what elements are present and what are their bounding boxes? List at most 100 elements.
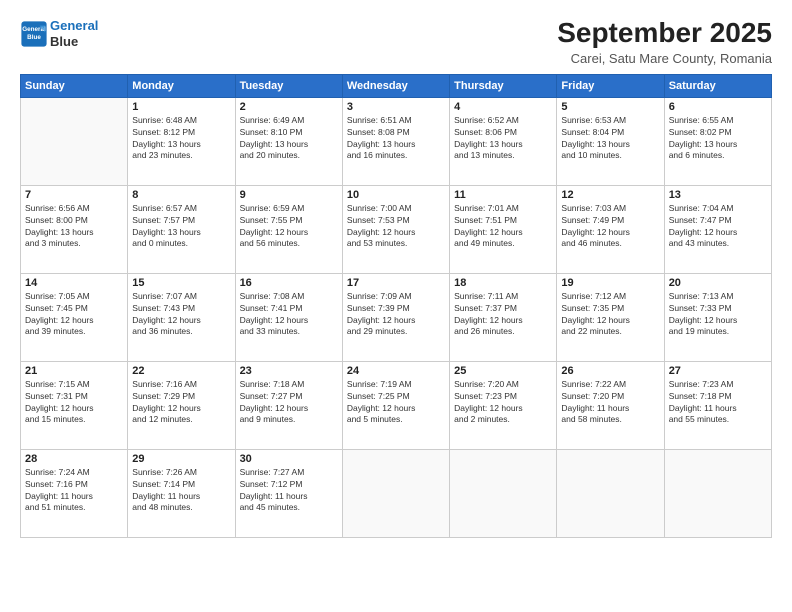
table-row: 19 Sunrise: 7:12 AM Sunset: 7:35 PM Dayli… xyxy=(557,273,664,361)
day-number: 11 xyxy=(454,189,552,201)
day-info: Sunrise: 7:20 AM Sunset: 7:23 PM Dayligh… xyxy=(454,379,552,427)
logo-icon: General Blue xyxy=(20,20,48,48)
day-number: 22 xyxy=(132,365,230,377)
day-info: Sunrise: 6:53 AM Sunset: 8:04 PM Dayligh… xyxy=(561,115,659,163)
day-info: Sunrise: 7:12 AM Sunset: 7:35 PM Dayligh… xyxy=(561,291,659,339)
day-number: 5 xyxy=(561,101,659,113)
table-row: 10Sunrise: 7:00 AM Sunset: 7:53 PM Dayli… xyxy=(342,185,449,273)
table-row: 1 Sunrise: 6:48 AM Sunset: 8:12 PM Daylig… xyxy=(128,97,235,185)
table-row: 2 Sunrise: 6:49 AM Sunset: 8:10 PM Daylig… xyxy=(235,97,342,185)
day-number: 26 xyxy=(561,365,659,377)
svg-text:Blue: Blue xyxy=(27,33,41,40)
day-number: 16 xyxy=(240,277,338,289)
day-info: Sunrise: 6:59 AM Sunset: 7:55 PM Dayligh… xyxy=(240,203,338,251)
day-number: 23 xyxy=(240,365,338,377)
day-number: 4 xyxy=(454,101,552,113)
day-number: 21 xyxy=(25,365,123,377)
day-info: Sunrise: 7:26 AM Sunset: 7:14 PM Dayligh… xyxy=(132,467,230,515)
header: General Blue GeneralBlue September 2025 … xyxy=(20,18,772,66)
day-info: Sunrise: 7:13 AM Sunset: 7:33 PM Dayligh… xyxy=(669,291,767,339)
day-number: 2 xyxy=(240,101,338,113)
day-number: 9 xyxy=(240,189,338,201)
header-saturday: Saturday xyxy=(664,74,771,97)
day-info: Sunrise: 6:56 AM Sunset: 8:00 PM Dayligh… xyxy=(25,203,123,251)
day-info: Sunrise: 6:55 AM Sunset: 8:02 PM Dayligh… xyxy=(669,115,767,163)
day-number: 8 xyxy=(132,189,230,201)
table-row: 18Sunrise: 7:11 AM Sunset: 7:37 PM Dayli… xyxy=(450,273,557,361)
table-row xyxy=(557,449,664,537)
table-row: 17 Sunrise: 7:09 AM Sunset: 7:39 PM Dayli… xyxy=(342,273,449,361)
day-info: Sunrise: 7:19 AM Sunset: 7:25 PM Dayligh… xyxy=(347,379,445,427)
day-number: 30 xyxy=(240,453,338,465)
day-info: Sunrise: 7:18 AM Sunset: 7:27 PM Dayligh… xyxy=(240,379,338,427)
header-wednesday: Wednesday xyxy=(342,74,449,97)
header-friday: Friday xyxy=(557,74,664,97)
table-row: 12 Sunrise: 7:03 AM Sunset: 7:49 PM Dayli… xyxy=(557,185,664,273)
day-info: Sunrise: 7:09 AM Sunset: 7:39 PM Dayligh… xyxy=(347,291,445,339)
day-info: Sunrise: 6:48 AM Sunset: 8:12 PM Dayligh… xyxy=(132,115,230,163)
table-row: 9 Sunrise: 6:59 AM Sunset: 7:55 PM Daylig… xyxy=(235,185,342,273)
day-info: Sunrise: 6:51 AM Sunset: 8:08 PM Dayligh… xyxy=(347,115,445,163)
weekday-header-row: Sunday Monday Tuesday Wednesday Thursday… xyxy=(21,74,772,97)
location-subtitle: Carei, Satu Mare County, Romania xyxy=(557,51,772,66)
day-info: Sunrise: 7:24 AM Sunset: 7:16 PM Dayligh… xyxy=(25,467,123,515)
day-number: 19 xyxy=(561,277,659,289)
table-row: 8 Sunrise: 6:57 AM Sunset: 7:57 PM Daylig… xyxy=(128,185,235,273)
day-number: 17 xyxy=(347,277,445,289)
day-info: Sunrise: 7:04 AM Sunset: 7:47 PM Dayligh… xyxy=(669,203,767,251)
day-info: Sunrise: 7:05 AM Sunset: 7:45 PM Dayligh… xyxy=(25,291,123,339)
day-info: Sunrise: 7:27 AM Sunset: 7:12 PM Dayligh… xyxy=(240,467,338,515)
table-row xyxy=(664,449,771,537)
table-row: 28 Sunrise: 7:24 AM Sunset: 7:16 PM Dayli… xyxy=(21,449,128,537)
day-info: Sunrise: 6:52 AM Sunset: 8:06 PM Dayligh… xyxy=(454,115,552,163)
day-number: 28 xyxy=(25,453,123,465)
logo-text: GeneralBlue xyxy=(50,18,98,49)
day-info: Sunrise: 6:57 AM Sunset: 7:57 PM Dayligh… xyxy=(132,203,230,251)
table-row: 4 Sunrise: 6:52 AM Sunset: 8:06 PM Daylig… xyxy=(450,97,557,185)
table-row: 3 Sunrise: 6:51 AM Sunset: 8:08 PM Daylig… xyxy=(342,97,449,185)
table-row: 24 Sunrise: 7:19 AM Sunset: 7:25 PM Dayli… xyxy=(342,361,449,449)
table-row: 26 Sunrise: 7:22 AM Sunset: 7:20 PM Dayli… xyxy=(557,361,664,449)
header-sunday: Sunday xyxy=(21,74,128,97)
table-row: 21 Sunrise: 7:15 AM Sunset: 7:31 PM Dayli… xyxy=(21,361,128,449)
day-number: 10 xyxy=(347,189,445,201)
day-number: 3 xyxy=(347,101,445,113)
day-info: Sunrise: 7:07 AM Sunset: 7:43 PM Dayligh… xyxy=(132,291,230,339)
day-info: Sunrise: 7:08 AM Sunset: 7:41 PM Dayligh… xyxy=(240,291,338,339)
day-number: 14 xyxy=(25,277,123,289)
table-row: 20 Sunrise: 7:13 AM Sunset: 7:33 PM Dayli… xyxy=(664,273,771,361)
table-row: 16 Sunrise: 7:08 AM Sunset: 7:41 PM Dayli… xyxy=(235,273,342,361)
day-info: Sunrise: 7:23 AM Sunset: 7:18 PM Dayligh… xyxy=(669,379,767,427)
day-number: 25 xyxy=(454,365,552,377)
day-info: Sunrise: 7:22 AM Sunset: 7:20 PM Dayligh… xyxy=(561,379,659,427)
header-tuesday: Tuesday xyxy=(235,74,342,97)
table-row: 22 Sunrise: 7:16 AM Sunset: 7:29 PM Dayli… xyxy=(128,361,235,449)
day-number: 27 xyxy=(669,365,767,377)
table-row xyxy=(21,97,128,185)
table-row xyxy=(450,449,557,537)
table-row: 29 Sunrise: 7:26 AM Sunset: 7:14 PM Dayli… xyxy=(128,449,235,537)
day-info: Sunrise: 7:16 AM Sunset: 7:29 PM Dayligh… xyxy=(132,379,230,427)
title-block: September 2025 Carei, Satu Mare County, … xyxy=(557,18,772,66)
day-number: 6 xyxy=(669,101,767,113)
table-row: 15 Sunrise: 7:07 AM Sunset: 7:43 PM Dayli… xyxy=(128,273,235,361)
month-title: September 2025 xyxy=(557,18,772,49)
table-row: 14 Sunrise: 7:05 AM Sunset: 7:45 PM Dayli… xyxy=(21,273,128,361)
calendar-table: Sunday Monday Tuesday Wednesday Thursday… xyxy=(20,74,772,538)
day-number: 13 xyxy=(669,189,767,201)
day-number: 18 xyxy=(454,277,552,289)
day-number: 12 xyxy=(561,189,659,201)
table-row: 25 Sunrise: 7:20 AM Sunset: 7:23 PM Dayli… xyxy=(450,361,557,449)
day-info: Sunrise: 6:49 AM Sunset: 8:10 PM Dayligh… xyxy=(240,115,338,163)
day-info: Sunrise: 7:03 AM Sunset: 7:49 PM Dayligh… xyxy=(561,203,659,251)
header-thursday: Thursday xyxy=(450,74,557,97)
day-number: 20 xyxy=(669,277,767,289)
day-number: 24 xyxy=(347,365,445,377)
table-row: 5 Sunrise: 6:53 AM Sunset: 8:04 PM Daylig… xyxy=(557,97,664,185)
header-monday: Monday xyxy=(128,74,235,97)
day-number: 15 xyxy=(132,277,230,289)
day-number: 29 xyxy=(132,453,230,465)
day-number: 1 xyxy=(132,101,230,113)
day-info: Sunrise: 7:15 AM Sunset: 7:31 PM Dayligh… xyxy=(25,379,123,427)
table-row: 7Sunrise: 6:56 AM Sunset: 8:00 PM Daylig… xyxy=(21,185,128,273)
